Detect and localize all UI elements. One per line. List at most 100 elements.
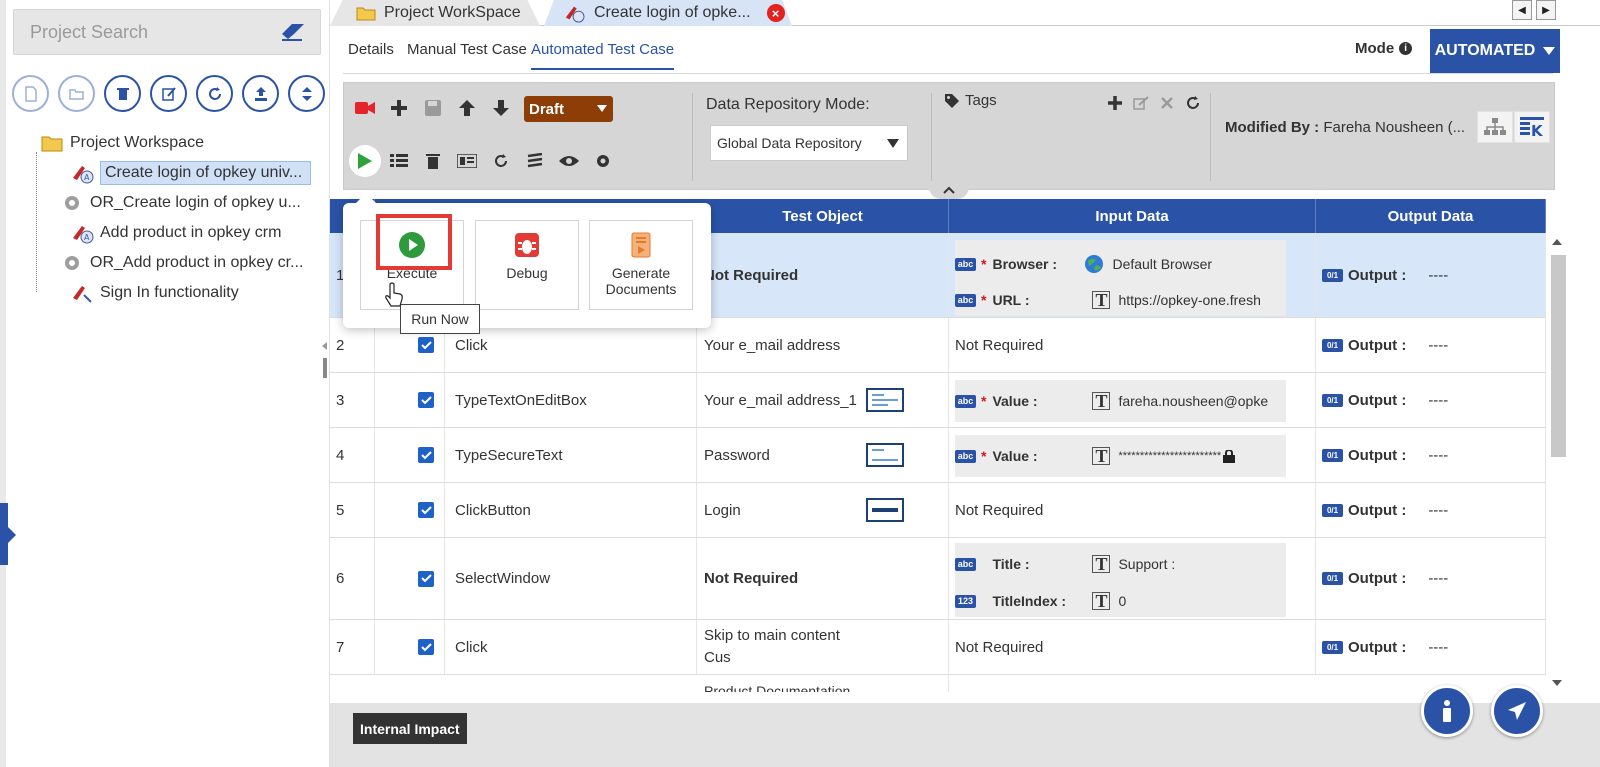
data-repository-mode-select[interactable]: Global Data Repository (710, 125, 908, 161)
new-file-button[interactable] (12, 75, 49, 112)
automated-test-case-icon: A (73, 166, 94, 184)
close-icon (1161, 97, 1173, 109)
tab-details[interactable]: Details (348, 41, 394, 58)
save-button[interactable] (422, 97, 444, 119)
info-icon[interactable]: i (1399, 42, 1413, 55)
run-button[interactable] (349, 145, 381, 177)
table-row[interactable]: Product Documentation (330, 675, 1546, 692)
row-input-data[interactable]: Not Required (949, 620, 1316, 674)
scroll-up-arrow[interactable] (1552, 239, 1562, 245)
text-type-icon: T (1092, 555, 1111, 573)
object-thumbnail-icon[interactable] (866, 498, 904, 522)
table-row[interactable]: 6 SelectWindow Not Required abc* Title :… (330, 538, 1546, 620)
execute-highlight-box (376, 214, 452, 270)
tree-item-add-product[interactable]: A Add product in opkey crm (14, 218, 330, 248)
edit-tag-button[interactable] (1130, 92, 1152, 114)
panel-splitter[interactable] (322, 330, 328, 380)
internal-impact-tab[interactable]: Internal Impact (353, 713, 467, 744)
tree-item-create-login[interactable]: A Create login of opkey univ... (14, 158, 330, 188)
row-output-data[interactable]: 0/1 Output : ---- (1316, 483, 1546, 537)
test-case-toolbar: Draft Data Repository Mode: Global Data … (343, 82, 1555, 199)
row-enabled-checkbox[interactable] (408, 428, 445, 482)
row-enabled-checkbox[interactable] (408, 620, 445, 674)
mode-dropdown[interactable]: AUTOMATED (1430, 29, 1560, 73)
scroll-down-arrow[interactable] (1552, 680, 1562, 686)
row-enabled-checkbox[interactable] (408, 483, 445, 537)
eraser-icon[interactable] (280, 22, 306, 42)
layers-button[interactable] (524, 150, 546, 172)
table-row[interactable]: 4 TypeSecureText Password abc * Value : T… (330, 428, 1546, 483)
sync-button[interactable] (490, 150, 512, 172)
row-input-data[interactable]: abc * Value : T ************************ (949, 428, 1316, 482)
remove-tag-button[interactable] (1156, 92, 1178, 114)
collapse-toolbar-button[interactable] (929, 181, 969, 199)
grid-vertical-scrollbar[interactable] (1546, 233, 1568, 692)
tab-scroll-right[interactable]: ▶ (1536, 0, 1556, 20)
delete-button[interactable] (104, 75, 141, 112)
add-tag-button[interactable] (1104, 92, 1126, 114)
list-view-button[interactable] (388, 150, 410, 172)
row-output-data[interactable]: 0/1 Output : ---- (1316, 428, 1546, 482)
settings-button[interactable] (592, 150, 614, 172)
plus-icon (1108, 96, 1122, 110)
table-row[interactable]: 5 ClickButton Login Not Required 0/1 Out… (330, 483, 1546, 538)
row-output-data[interactable]: 0/1 Output : ---- (1316, 318, 1546, 372)
tree-item-or-add-product[interactable]: OR_Add product in opkey cr... (14, 248, 330, 278)
refresh-button[interactable] (196, 75, 233, 112)
row-input-data[interactable]: Not Required (949, 318, 1316, 372)
object-thumbnail-icon[interactable] (866, 388, 904, 412)
open-folder-button[interactable] (58, 75, 95, 112)
row-output-data[interactable]: 0/1 Output : ---- (1316, 538, 1546, 619)
move-up-button[interactable] (456, 97, 478, 119)
move-down-button[interactable] (490, 97, 512, 119)
row-output-data[interactable]: 0/1 Output : ---- (1316, 233, 1546, 317)
col-header-output-data[interactable]: Output Data (1316, 199, 1546, 233)
refresh-tags-button[interactable] (1182, 92, 1204, 114)
edit-button[interactable] (150, 75, 187, 112)
record-button[interactable] (354, 97, 376, 119)
status-dropdown[interactable]: Draft (524, 96, 613, 122)
preview-button[interactable] (558, 150, 580, 172)
close-tab-icon[interactable]: × (766, 4, 785, 22)
delete-step-button[interactable] (422, 150, 444, 172)
col-header-input-data[interactable]: Input Data (949, 199, 1316, 233)
row-enabled-checkbox[interactable] (408, 538, 445, 619)
test-object-line: Skip to main content (704, 627, 840, 644)
row-input-data[interactable]: abc * Browser : Default Browser abc * URL … (949, 233, 1316, 317)
tab-automated-test-case[interactable]: Automated Test Case (531, 41, 675, 70)
generate-documents-option[interactable]: Generate Documents (589, 220, 693, 310)
hierarchy-button[interactable] (1477, 111, 1513, 143)
knowledge-button[interactable]: K (1514, 111, 1550, 143)
object-thumbnail-icon[interactable] (866, 443, 904, 467)
tab-create-login[interactable]: Create login of opke... × (544, 0, 792, 26)
sort-button[interactable] (288, 75, 325, 112)
row-keyword: ClickButton (445, 483, 697, 537)
debug-option[interactable]: Debug (475, 220, 579, 310)
sitemap-icon (1484, 118, 1506, 135)
row-input-data[interactable]: Not Required (949, 483, 1316, 537)
output-label: Output : (1348, 391, 1407, 409)
tree-item-sign-in[interactable]: Sign In functionality (14, 278, 330, 308)
project-search-input[interactable] (14, 10, 264, 54)
table-row[interactable]: 3 TypeTextOnEditBox Your e_mail address_… (330, 373, 1546, 428)
tree-root-project-workspace[interactable]: Project Workspace (14, 128, 330, 158)
tab-scroll-left[interactable]: ◀ (1512, 0, 1532, 20)
info-button[interactable] (1421, 685, 1473, 737)
table-row[interactable]: 7 Click Skip to main content Cus Not Req… (330, 620, 1546, 675)
add-step-button[interactable] (388, 97, 410, 119)
scrollbar-thumb[interactable] (1551, 255, 1566, 457)
tab-manual-test-case[interactable]: Manual Test Case (407, 41, 527, 58)
row-enabled-checkbox[interactable] (408, 373, 445, 427)
gear-icon (65, 256, 79, 270)
row-output-data[interactable]: 0/1 Output : ---- (1316, 373, 1546, 427)
upload-button[interactable] (242, 75, 279, 112)
row-input-data[interactable]: abc* Title : T Support : 123* TitleIndex… (949, 538, 1316, 619)
launch-button[interactable] (1491, 685, 1543, 737)
tree-item-or-create-login[interactable]: OR_Create login of opkey u... (14, 188, 330, 218)
side-panel-toggle[interactable] (0, 503, 16, 565)
tab-project-workspace[interactable]: Project WorkSpace (330, 0, 540, 26)
col-header-test-object[interactable]: Test Object (697, 199, 949, 233)
row-output-data[interactable]: 0/1 Output : ---- (1316, 620, 1546, 674)
row-input-data[interactable]: abc * Value : T fareha.nousheen@opke (949, 373, 1316, 427)
details-button[interactable] (456, 150, 478, 172)
